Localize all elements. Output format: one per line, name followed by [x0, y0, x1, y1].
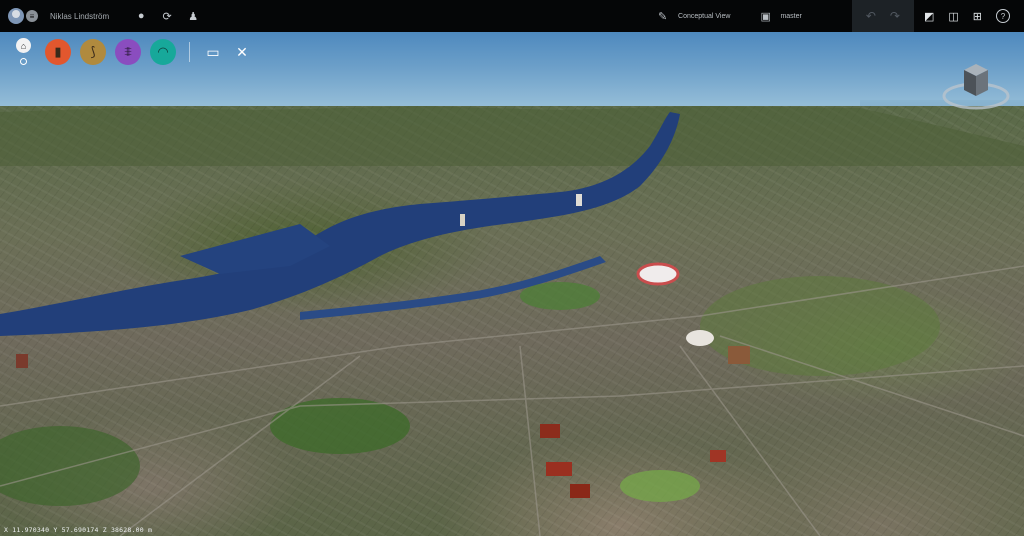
- building: [728, 346, 750, 364]
- help-icon[interactable]: ?: [996, 9, 1010, 23]
- building: [710, 450, 726, 462]
- building: [16, 354, 28, 368]
- branch-label: master: [780, 12, 802, 20]
- split-panel-icon[interactable]: ◫: [948, 10, 958, 23]
- view-mode-selector[interactable]: ✎ Conceptual View: [658, 10, 731, 23]
- view-mode-label: Conceptual View: [678, 12, 731, 20]
- stadium: [636, 262, 680, 286]
- presentation-icon: ▭: [206, 43, 220, 60]
- tools-button[interactable]: ✕: [232, 42, 252, 62]
- building: [576, 194, 582, 206]
- right-toolbar: ◩ ◫ ⊞ ?: [914, 9, 1024, 23]
- image-frame-icon: ▣: [760, 11, 771, 23]
- tunnel-button[interactable]: ◠: [150, 39, 176, 65]
- park: [270, 398, 410, 454]
- undo-icon[interactable]: ↶: [866, 9, 876, 23]
- user-avatar[interactable]: [8, 8, 24, 24]
- building: [570, 484, 590, 498]
- bollard-button[interactable]: ▮: [45, 39, 71, 65]
- tunnel-icon: ◠: [157, 44, 169, 59]
- road-button[interactable]: ⟆: [80, 39, 106, 65]
- grid-4-icon[interactable]: ⊞: [973, 10, 982, 23]
- road-icon: ⟆: [90, 44, 96, 59]
- presentation-button[interactable]: ▭: [203, 42, 223, 62]
- top-bar-left: ≡ Niklas Lindström ● ⟳ ♟: [8, 0, 201, 32]
- park: [520, 282, 600, 310]
- top-bar-right: ✎ Conceptual View ▣ master ↶ ↷ ◩ ◫ ⊞ ?: [658, 0, 1024, 32]
- person-icon[interactable]: ♟: [185, 10, 201, 23]
- navigation-cube[interactable]: [940, 62, 1012, 116]
- bollard-icon: ▮: [54, 44, 62, 59]
- bridge-icon: ⩨: [124, 44, 132, 59]
- sync-icon[interactable]: ⟳: [159, 10, 175, 23]
- building: [546, 462, 572, 476]
- edit-square-icon[interactable]: ◩: [924, 10, 934, 23]
- tools-icon: ✕: [236, 43, 248, 60]
- user-name[interactable]: Niklas Lindström: [50, 12, 109, 21]
- 3d-city-view[interactable]: [0, 106, 1024, 536]
- bridge-button[interactable]: ⩨: [115, 39, 141, 65]
- toolbar-divider: [189, 42, 190, 62]
- branch-selector[interactable]: ▣ master: [760, 10, 802, 23]
- hamburger-menu-icon[interactable]: ≡: [26, 10, 38, 22]
- park: [0, 426, 140, 506]
- pencil-ruler-icon: ✎: [658, 11, 668, 23]
- horizon-hills: [0, 106, 1024, 166]
- top-bar: ≡ Niklas Lindström ● ⟳ ♟ ✎ Conceptual Vi…: [0, 0, 1024, 32]
- location-marker-icon: [20, 58, 27, 65]
- undo-redo-group: ↶ ↷: [851, 0, 914, 32]
- building: [460, 214, 465, 226]
- redo-icon[interactable]: ↷: [890, 9, 900, 23]
- building: [540, 424, 560, 438]
- arena: [686, 330, 714, 346]
- home-button[interactable]: ⌂: [12, 38, 36, 66]
- circle-icon[interactable]: ●: [133, 10, 149, 22]
- tool-palette: ⌂ ▮ ⟆ ⩨ ◠ ▭ ✕: [12, 38, 252, 66]
- coordinates-readout: X 11.970340 Y 57.690174 Z 38628.00 m: [4, 526, 153, 534]
- home-icon: ⌂: [16, 38, 31, 53]
- park: [620, 470, 700, 502]
